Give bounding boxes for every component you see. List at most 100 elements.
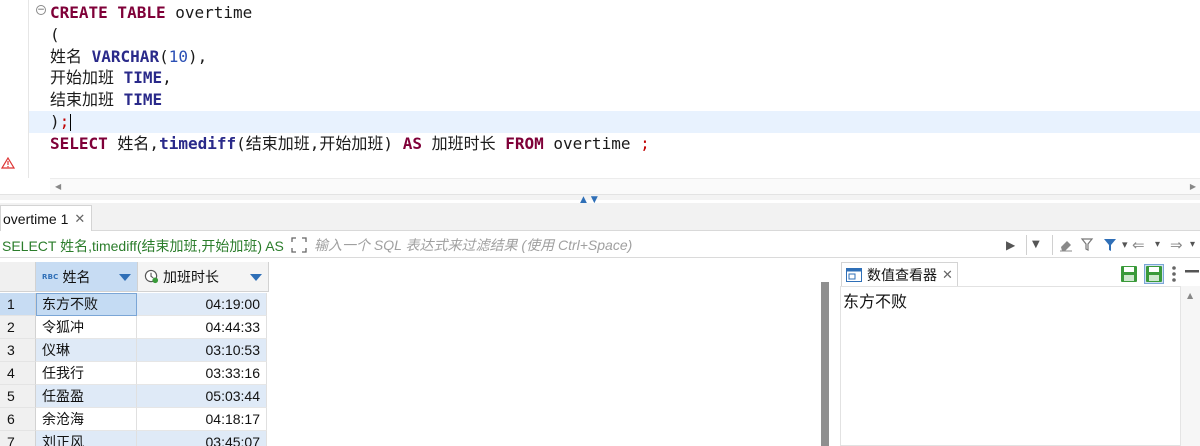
- code-token: ;: [59, 111, 70, 131]
- code-token: VARCHAR: [91, 46, 160, 66]
- scroll-left-icon[interactable]: ◀: [55, 182, 61, 191]
- save-to-file-icon[interactable]: [1144, 264, 1164, 284]
- code-token: 姓名,: [107, 133, 160, 153]
- code-line[interactable]: (: [50, 24, 1200, 46]
- filter-menu-dropdown-icon[interactable]: ▾: [1122, 237, 1128, 253]
- table-row[interactable]: 1 东方不败 04:19:00: [0, 293, 267, 316]
- code-line[interactable]: 姓名 VARCHAR(10),: [50, 46, 1200, 68]
- cell-name[interactable]: 任我行: [36, 362, 137, 385]
- result-tab-strip: overtime 1 ✕: [0, 203, 1200, 231]
- row-number[interactable]: 4: [0, 362, 36, 385]
- code-token: 姓名: [50, 46, 92, 66]
- row-number[interactable]: 1: [0, 293, 36, 316]
- cell-name[interactable]: 东方不败: [36, 293, 137, 316]
- back-history-dropdown-icon[interactable]: ▾: [1155, 237, 1160, 253]
- grid-corner-cell[interactable]: [0, 262, 36, 292]
- result-tab-label: overtime 1: [3, 210, 69, 227]
- clock-icon: [144, 269, 159, 284]
- value-viewer-content[interactable]: 东方不败: [840, 286, 1180, 446]
- row-number[interactable]: 6: [0, 408, 36, 431]
- warning-icon[interactable]: [1, 157, 15, 169]
- expand-icon[interactable]: [291, 237, 307, 253]
- row-number[interactable]: 3: [0, 339, 36, 362]
- cell-duration[interactable]: 03:10:53: [137, 339, 267, 362]
- column-header-label: 姓名: [62, 268, 91, 285]
- row-number[interactable]: 5: [0, 385, 36, 408]
- minimize-icon[interactable]: [1184, 268, 1200, 280]
- value-viewer-tab[interactable]: 数值查看器 ✕: [841, 262, 958, 286]
- code-line[interactable]: 开始加班 TIME,: [50, 67, 1200, 89]
- value-viewer-scrollbar[interactable]: ▲: [1180, 286, 1200, 446]
- fold-collapse-icon[interactable]: −: [36, 5, 46, 15]
- back-arrow-icon[interactable]: ⇐: [1132, 237, 1145, 253]
- column-dropdown-icon[interactable]: [250, 274, 262, 281]
- forward-arrow-icon[interactable]: ⇒: [1170, 237, 1183, 253]
- table-row[interactable]: 3 仪琳 03:10:53: [0, 339, 267, 362]
- code-line[interactable]: SELECT 姓名,timediff(结束加班,开始加班) AS 加班时长 FR…: [50, 133, 1200, 155]
- row-number[interactable]: 2: [0, 316, 36, 339]
- cell-duration[interactable]: 03:33:16: [137, 362, 267, 385]
- code-token: 加班时长: [421, 133, 506, 153]
- column-header-name[interactable]: RBC 姓名: [36, 262, 138, 292]
- cell-name[interactable]: 任盈盈: [36, 385, 137, 408]
- code-token: FROM: [505, 133, 544, 153]
- cell-name[interactable]: 令狐冲: [36, 316, 137, 339]
- code-token: (: [50, 24, 60, 44]
- code-token: ,: [162, 68, 172, 88]
- table-row[interactable]: 7 刘正风 03:45:07: [0, 431, 267, 446]
- cell-duration[interactable]: 05:03:44: [137, 385, 267, 408]
- close-icon[interactable]: ✕: [942, 267, 953, 283]
- cell-duration[interactable]: 04:44:33: [137, 316, 267, 339]
- scroll-up-icon[interactable]: ▲: [1187, 291, 1193, 300]
- code-token: overtime: [543, 133, 641, 153]
- forward-history-dropdown-icon[interactable]: ▾: [1190, 237, 1195, 253]
- eraser-icon[interactable]: [1058, 237, 1074, 253]
- sql-editor[interactable]: − CREATE TABLE overtime(姓名 VARCHAR(10), 开…: [0, 0, 1200, 198]
- abc-text-icon: RBC: [42, 272, 59, 281]
- code-token: 结束加班: [50, 90, 124, 110]
- close-icon[interactable]: ✕: [74, 211, 85, 227]
- code-line[interactable]: CREATE TABLE overtime: [50, 2, 1200, 24]
- cell-name[interactable]: 仪琳: [36, 339, 137, 362]
- grid-header-row: RBC 姓名 加班时长: [0, 262, 269, 292]
- grid-viewer-splitter[interactable]: [819, 282, 831, 446]
- scroll-right-icon[interactable]: ▶: [1190, 182, 1196, 191]
- grid-body: 1 东方不败 04:19:00 2 令狐冲 04:44:33 3 仪琳 03:10:53 4 任我行…: [0, 293, 267, 446]
- row-number[interactable]: 7: [0, 431, 36, 446]
- value-viewer-panel: 数值查看器 ✕ 东方不败 ▲: [836, 262, 1200, 446]
- cell-name[interactable]: 刘正风: [36, 431, 137, 446]
- cell-name[interactable]: 余沧海: [36, 408, 137, 431]
- results-grid[interactable]: RBC 姓名 加班时长 1 东方不败 04:19:00 2 令狐冲 04:44:33 3 仪琳…: [0, 262, 818, 446]
- code-text[interactable]: CREATE TABLE overtime(姓名 VARCHAR(10), 开始加…: [29, 2, 1200, 155]
- code-token: TIME: [123, 68, 163, 88]
- grid-vertical-scrollbar[interactable]: [821, 282, 829, 446]
- code-line[interactable]: );: [29, 110, 1200, 133]
- table-row[interactable]: 4 任我行 03:33:16: [0, 362, 267, 385]
- filter-bar: SELECT 姓名,timediff(结束加班,开始加班) AS ▶ ▼ ▾ ⇐…: [0, 232, 1200, 258]
- value-viewer-text[interactable]: 东方不败: [843, 288, 907, 312]
- code-token: (结束加班,开始加班): [236, 133, 403, 153]
- query-text-label[interactable]: SELECT 姓名,timediff(结束加班,开始加班) AS: [2, 236, 284, 256]
- filter-history-dropdown-icon[interactable]: ▼: [1032, 237, 1040, 253]
- editor-results-splitter[interactable]: ▲▼: [0, 194, 1200, 205]
- filter-icon[interactable]: [1102, 237, 1118, 253]
- table-row[interactable]: 6 余沧海 04:18:17: [0, 408, 267, 431]
- filter-settings-icon[interactable]: [1080, 237, 1096, 253]
- result-tab-overtime-1[interactable]: overtime 1 ✕: [0, 205, 93, 231]
- table-row[interactable]: 2 令狐冲 04:44:33: [0, 316, 267, 339]
- column-header-duration[interactable]: 加班时长: [138, 262, 269, 292]
- filter-input[interactable]: [314, 234, 1004, 256]
- cell-duration[interactable]: 03:45:07: [137, 431, 267, 446]
- run-filter-icon[interactable]: ▶: [1006, 237, 1015, 253]
- column-dropdown-icon[interactable]: [119, 274, 131, 281]
- save-icon[interactable]: [1120, 265, 1138, 283]
- code-line[interactable]: 结束加班 TIME: [50, 89, 1200, 111]
- more-options-icon[interactable]: [1170, 265, 1178, 283]
- editor-horizontal-scrollbar[interactable]: ◀ ▶: [50, 178, 1200, 194]
- cell-duration[interactable]: 04:18:17: [137, 408, 267, 431]
- code-token: ): [50, 111, 60, 131]
- value-viewer-toolbar: [1120, 264, 1200, 284]
- table-row[interactable]: 5 任盈盈 05:03:44: [0, 385, 267, 408]
- cell-duration[interactable]: 04:19:00: [137, 293, 267, 316]
- code-token: ;: [640, 133, 650, 153]
